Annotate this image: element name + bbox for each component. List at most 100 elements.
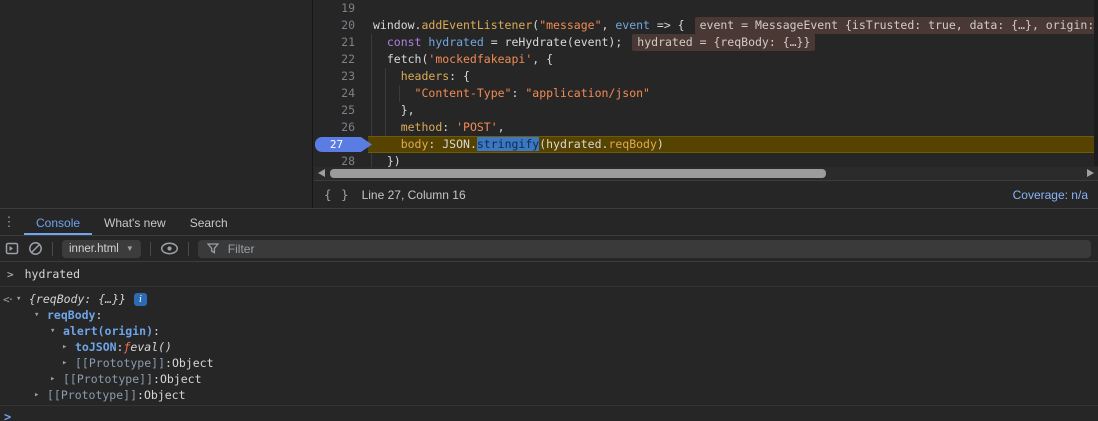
code-line-27: 27 body: JSON.stringify(hydrated.reqBody…: [314, 136, 1098, 153]
info-badge-icon[interactable]: i: [134, 293, 147, 306]
expand-triangle-icon[interactable]: ▸: [34, 390, 47, 400]
tab-console[interactable]: Console: [24, 210, 92, 235]
expand-triangle-icon[interactable]: ▸: [50, 374, 63, 384]
tree-row[interactable]: ▸[[Prototype]]: Object: [0, 355, 1098, 371]
result-preview-row[interactable]: <· ▾ {reqBody: {…}} i: [0, 291, 1098, 307]
console-eval-result: <· ▾ {reqBody: {…}} i ▾reqBody: ▾alert(o…: [0, 287, 1098, 403]
coverage-link[interactable]: Coverage: n/a: [1013, 188, 1088, 202]
chevron-down-icon: ▼: [126, 244, 134, 253]
code-editor[interactable]: 1920window.addEventListener("message", e…: [314, 0, 1098, 208]
code-token: window.: [373, 18, 421, 32]
code-token: const: [387, 35, 422, 49]
inline-eval-annotation: hydrated = {reqBody: {…}}: [632, 34, 815, 51]
drawer-tabs: ConsoleWhat's newSearch: [18, 209, 240, 235]
code-token: 'mockedfakeapi': [428, 52, 532, 66]
clear-console-icon[interactable]: [28, 241, 43, 256]
scroll-left-arrow-icon[interactable]: [318, 169, 325, 177]
collapse-triangle-icon[interactable]: ▾: [34, 310, 47, 320]
drawer-tab-bar: ⋮ ConsoleWhat's newSearch: [0, 209, 1098, 236]
code-token: "application/json": [525, 86, 650, 100]
pretty-print-icon[interactable]: { }: [324, 187, 350, 202]
code-token: "Content-Type": [415, 86, 512, 100]
line-number-26[interactable]: 26: [314, 119, 368, 136]
execution-context-selector[interactable]: inner.html ▼: [62, 240, 141, 258]
code-text[interactable]: const hydrated = reHydrate(event);hydrat…: [368, 34, 1098, 51]
object-tree: ▾reqBody: ▾alert(origin): ▸toJSON: ƒ eva…: [0, 307, 1098, 403]
scrollbar-thumb[interactable]: [330, 169, 826, 178]
code-token: },: [373, 103, 415, 117]
line-number-25[interactable]: 25: [314, 102, 368, 119]
property-separator: :: [153, 324, 160, 338]
code-text[interactable]: method: 'POST',: [368, 119, 1098, 136]
expand-triangle-icon[interactable]: ▸: [62, 358, 75, 368]
code-token: => {: [650, 18, 685, 32]
line-number-27[interactable]: 27: [314, 136, 368, 153]
console-sidebar-toggle-icon[interactable]: [5, 242, 19, 255]
code-token: event: [615, 18, 650, 32]
property-name: toJSON: [75, 340, 117, 354]
tab-what-s-new[interactable]: What's new: [92, 210, 178, 235]
code-text[interactable]: [368, 0, 1098, 17]
scroll-right-arrow-icon[interactable]: [1087, 169, 1094, 177]
code-token: [373, 69, 401, 83]
property-name: [[Prototype]]: [47, 388, 137, 402]
code-text[interactable]: "Content-Type": "application/json": [368, 85, 1098, 102]
code-token: ,: [498, 120, 505, 134]
code-token: reqBody: [608, 137, 656, 151]
result-arrow-icon: <·: [3, 293, 16, 306]
context-label: inner.html: [69, 243, 119, 255]
line-number-23[interactable]: 23: [314, 68, 368, 85]
code-token: (hydrated.: [539, 137, 608, 151]
code-token: [373, 137, 401, 151]
editor-vertical-scrollbar-track[interactable]: [1094, 0, 1098, 166]
more-options-icon[interactable]: ⋮: [0, 209, 18, 235]
input-chevron-icon: >: [7, 268, 14, 281]
paused-line-badge[interactable]: 27: [315, 137, 372, 152]
property-separator: :: [95, 308, 102, 322]
code-text[interactable]: headers: {: [368, 68, 1098, 85]
tree-row[interactable]: ▸[[Prototype]]: Object: [0, 371, 1098, 387]
sources-panel: 1920window.addEventListener("message", e…: [0, 0, 1098, 208]
console-prompt[interactable]: >: [0, 405, 1098, 421]
prompt-chevron-icon: >: [4, 410, 11, 421]
tree-row[interactable]: ▸[[Prototype]]: Object: [0, 387, 1098, 403]
code-token: hydrated: [428, 35, 483, 49]
line-number-20[interactable]: 20: [314, 17, 368, 34]
live-expression-eye-icon[interactable]: [160, 242, 179, 255]
line-number-24[interactable]: 24: [314, 85, 368, 102]
code-line-20: 20window.addEventListener("message", eve…: [314, 17, 1098, 34]
filter-placeholder: Filter: [228, 242, 255, 256]
code-line-24: 24 "Content-Type": "application/json": [314, 85, 1098, 102]
navigator-empty-pane: [0, 0, 313, 208]
editor-horizontal-scrollbar[interactable]: [314, 167, 1098, 180]
code-line-26: 26 method: 'POST',: [314, 119, 1098, 136]
expand-triangle-icon[interactable]: ▸: [62, 342, 75, 352]
tab-search[interactable]: Search: [178, 210, 240, 235]
tree-row[interactable]: ▸toJSON: ƒ eval(): [0, 339, 1098, 355]
tree-row[interactable]: ▾alert(origin):: [0, 323, 1098, 339]
line-number-22[interactable]: 22: [314, 51, 368, 68]
property-name: alert(origin): [63, 324, 153, 338]
collapse-triangle-icon[interactable]: ▾: [50, 326, 63, 336]
code-token: 'POST': [456, 120, 498, 134]
property-separator: :: [165, 356, 172, 370]
property-separator: :: [117, 340, 124, 354]
code-text[interactable]: body: JSON.stringify(hydrated.reqBody): [368, 136, 1098, 153]
code-line-23: 23 headers: {: [314, 68, 1098, 85]
line-number-19[interactable]: 19: [314, 0, 368, 17]
tree-row[interactable]: ▾reqBody:: [0, 307, 1098, 323]
function-signature: eval(): [130, 340, 172, 354]
property-separator: :: [153, 372, 160, 386]
code-token: , {: [532, 52, 553, 66]
code-text[interactable]: },: [368, 102, 1098, 119]
code-text[interactable]: fetch('mockedfakeapi', {: [368, 51, 1098, 68]
line-number-21[interactable]: 21: [314, 34, 368, 51]
code-text[interactable]: window.addEventListener("message", event…: [368, 17, 1098, 34]
expand-triangle-icon[interactable]: ▾: [16, 294, 29, 304]
object-preview[interactable]: {reqBody: {…}}: [29, 292, 126, 306]
toolbar-divider: [52, 242, 53, 256]
code-token: headers: [401, 69, 449, 83]
console-messages: > hydrated <· ▾ {reqBody: {…}} i ▾reqBod…: [0, 262, 1098, 421]
code-token: addEventListener: [421, 18, 532, 32]
console-filter-input[interactable]: Filter: [198, 240, 1091, 258]
